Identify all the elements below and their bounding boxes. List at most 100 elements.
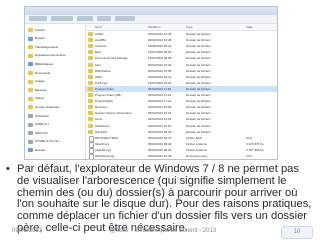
- cell-name: ACER: [95, 32, 104, 36]
- folder-icon: [88, 50, 93, 55]
- burn-button: [97, 16, 111, 21]
- table-row[interactable]: Documents and Settings 14/07/2009 08:08 Do…: [86, 55, 277, 61]
- nav-item[interactable]: Réseau: [28, 147, 45, 153]
- nav-item-label: Vidéos: [35, 96, 45, 101]
- nav-item[interactable]: DATA (D:): [28, 130, 48, 136]
- organize-button: [29, 16, 47, 21]
- table-row[interactable]: ProgramData 04/02/2013 17:22 Dossier de fi…: [86, 98, 277, 104]
- nav-item[interactable]: ACER (C:): [28, 122, 49, 128]
- table-row[interactable]: ACER 20/02/2012 16:48 Dossier de fichiers: [86, 31, 277, 37]
- drive-icon: [28, 131, 33, 136]
- cell-name: System Volume Information: [95, 111, 132, 116]
- cell-size: 2 Ko: [246, 154, 253, 158]
- nav-item[interactable]: Ordinateur: [28, 113, 49, 119]
- cell-type: Fichier système: [186, 141, 208, 146]
- nav-item[interactable]: Groupe résidentiel: [28, 104, 60, 110]
- nav-item[interactable]: Musique: [28, 87, 46, 93]
- folder-icon: [88, 38, 93, 43]
- column-header-type: Type: [186, 25, 193, 29]
- folder-icon: [28, 79, 33, 84]
- table-row[interactable]: Program Files 05/02/2013 11:30 Dossier de …: [86, 85, 277, 92]
- cell-type: Dossier de fichiers: [186, 44, 211, 49]
- table-row[interactable]: RHDSetup.log 20/02/2012 16:49 Document tex…: [86, 153, 277, 159]
- cell-type: Dossier de fichiers: [186, 80, 211, 85]
- nav-item-label: Bureau: [35, 36, 45, 41]
- table-row[interactable]: pagefile.sys 05/02/2013 09:40 Fichier syst…: [86, 147, 277, 154]
- column-header-size: Taille: [246, 25, 253, 29]
- cell-type: Dossier de fichiers: [186, 105, 211, 110]
- cell-type: Dossier de fichiers: [186, 99, 211, 104]
- nav-item[interactable]: Images: [28, 79, 45, 85]
- cell-name: Boot: [95, 50, 102, 55]
- new-folder-button: [115, 16, 135, 21]
- nav-item[interactable]: Bureau: [28, 36, 45, 42]
- folder-icon: [88, 68, 93, 73]
- nav-item-label: Téléchargements: [35, 44, 59, 49]
- nav-item[interactable]: Téléchargements: [28, 44, 58, 50]
- table-row[interactable]: Utilisateurs 20/02/2012 16:52 Dossier de f…: [86, 123, 277, 129]
- folder-icon: [88, 80, 93, 85]
- download-icon: [28, 45, 33, 50]
- slide-footer: 09/02/2013 @telier - Médiathèque de Lori…: [0, 226, 320, 240]
- slide-bullet-paragraph: • Par défaut, l'explorateur de Windows 7…: [6, 163, 312, 235]
- table-row[interactable]: Boot 14/07/2009 06:04 Dossier de fichiers: [86, 49, 277, 55]
- table-row[interactable]: Recovery 20/02/2012 16:36 Dossier de fichi…: [86, 104, 277, 110]
- star-icon: [28, 28, 33, 32]
- table-row[interactable]: PerfLogs 14/07/2009 04:20 Dossier de fichi…: [86, 80, 277, 86]
- table-row[interactable]: System Volume Information 05/02/2013 10:1…: [86, 110, 277, 116]
- cell-name: ProgramData: [95, 99, 113, 104]
- folder-icon: [88, 99, 93, 104]
- nav-item-label: Favoris: [35, 27, 45, 32]
- nav-item-label: Ordinateur: [35, 113, 50, 118]
- nav-item[interactable]: Documents: [28, 70, 50, 76]
- table-row[interactable]: Archives 18/06/2012 09:12 Dossier de fichi…: [86, 43, 277, 49]
- folder-icon: [88, 93, 93, 97]
- table-row[interactable]: Windows 05/02/2013 09:44 Dossier de fichie…: [86, 129, 277, 135]
- cell-date: 05/02/2013 11:30: [148, 86, 172, 91]
- cell-date: 01/02/2013 14:02: [148, 117, 172, 122]
- folder-icon: [88, 86, 93, 91]
- table-row[interactable]: Intel 20/02/2012 16:40 Dossier de fichiers: [86, 62, 277, 68]
- footer-date: 09/02/2013: [12, 228, 43, 234]
- cell-type: Dossier de fichiers: [186, 56, 211, 61]
- cell-date: 18/06/2012 09:12: [148, 44, 172, 49]
- cell-type: Dossier de fichiers: [186, 32, 211, 36]
- cell-name: Utilisateurs: [95, 123, 110, 128]
- nav-item[interactable]: Vidéos: [28, 96, 44, 102]
- cell-date: 05/02/2013 11:31: [148, 93, 172, 97]
- nav-item-label: Groupe résidentiel: [35, 104, 60, 109]
- table-row[interactable]: BOOTSECT.BAK 20/02/2012 16:37 Fichier BAK 8…: [86, 135, 277, 142]
- cell-date: 04/02/2013 17:22: [148, 99, 172, 104]
- cell-name: hiberfil.sys: [95, 141, 110, 146]
- cell-type: Dossier de fichiers: [186, 62, 211, 67]
- folder-icon: [88, 74, 93, 79]
- cell-date: 14/07/2009 04:20: [148, 80, 172, 85]
- cell-type: Fichier système: [186, 147, 208, 152]
- cell-type: Fichier BAK: [186, 135, 202, 140]
- cell-type: Document texte: [186, 154, 208, 158]
- nav-item[interactable]: Bibliothèques: [28, 61, 53, 67]
- nav-item-label: Emplacements récents: [35, 53, 66, 58]
- cell-date: 05/02/2013 09:44: [148, 129, 172, 134]
- nav-item[interactable]: Emplacements récents: [28, 53, 66, 59]
- nav-item[interactable]: Favoris: [28, 27, 45, 33]
- cell-name: PerfLogs: [95, 80, 108, 85]
- nav-item-label: Documents: [35, 70, 51, 75]
- table-row[interactable]: Program Files (x86) 05/02/2013 11:31 Dossi…: [86, 92, 277, 98]
- table-row[interactable]: Temp 01/02/2013 14:02 Dossier de fichiers: [86, 116, 277, 122]
- nav-item-label: STORE N GO (E:): [35, 139, 60, 144]
- table-row[interactable]: hiberfil.sys 05/02/2013 09:40 Fichier syst…: [86, 141, 277, 148]
- cell-date: 20/02/2012 16:48: [148, 32, 172, 36]
- nav-item[interactable]: STORE N GO (E:): [28, 139, 59, 145]
- table-row[interactable]: MSOCache 20/02/2012 16:55 Dossier de fichi…: [86, 68, 277, 74]
- cell-date: 20/02/2012 16:36: [148, 105, 172, 110]
- cell-name: Archives: [95, 44, 107, 49]
- page-number: 10: [293, 229, 301, 235]
- table-row[interactable]: AcerBM 20/02/2012 16:48 Dossier de fichier…: [86, 37, 277, 43]
- table-row[interactable]: OEM 20/02/2012 16:41 Dossier de fichiers: [86, 74, 277, 80]
- cell-name: pagefile.sys: [95, 147, 111, 152]
- drive-icon: [28, 122, 33, 127]
- cell-type: Dossier de fichiers: [186, 123, 211, 128]
- cell-size: 8 Ko: [246, 135, 253, 140]
- nav-item-label: Images: [35, 79, 45, 84]
